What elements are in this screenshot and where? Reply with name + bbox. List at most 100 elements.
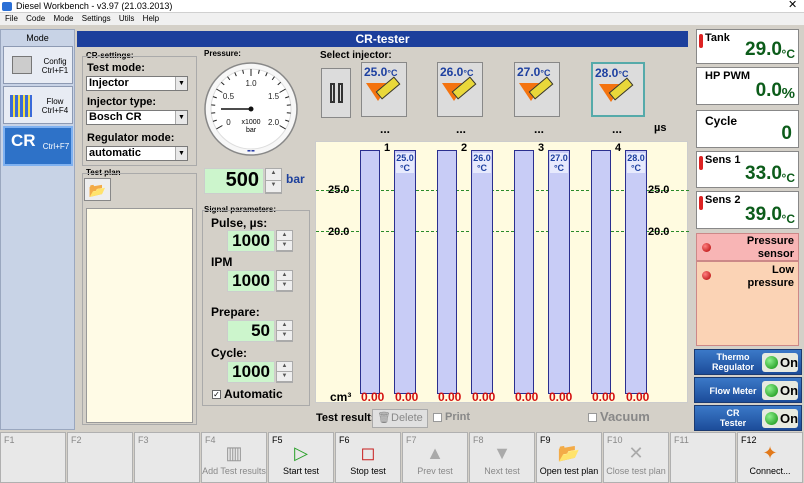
mode-cr-label: Ctrl+F7 (42, 142, 70, 151)
pause-icon (330, 83, 335, 103)
gauge-unit2: bar (246, 127, 257, 134)
tube-number-3: 3 (538, 142, 545, 154)
pulse-label: Pulse, µs: (211, 216, 268, 230)
pressure-gauge: 0 0.5 1.0 1.5 2.0 x1000 bar -- (204, 62, 298, 157)
fkey-f3-button[interactable]: F3 (134, 432, 200, 483)
injector-2-temp: 26.0 (440, 65, 464, 79)
cycle-param-stepper[interactable]: ▲ ▼ (276, 361, 293, 383)
fkey-f6-button[interactable]: F6 ◻ Stop test (335, 432, 401, 483)
fkey-f8-button[interactable]: F8 ▼ Next test (469, 432, 535, 483)
injector-2-button[interactable]: 26.0°C (437, 62, 483, 117)
test-mode-select[interactable]: Injector ▼ (86, 76, 188, 91)
prepare-value[interactable]: 50 (227, 320, 275, 342)
flow-meter-state: On (780, 383, 799, 398)
fkey-f4-button[interactable]: F4 ▥ Add Test results (201, 432, 267, 483)
thermo-regulator-toggle[interactable]: Thermo Regulator On (694, 349, 802, 375)
pressure-stepper[interactable]: ▲ ▼ (265, 168, 282, 194)
mode-flow-button[interactable]: Flow Ctrl+F4 (3, 86, 73, 124)
tube-2-unit: °C (476, 163, 488, 173)
fkey-f1-button[interactable]: F1 (0, 432, 66, 483)
cr-tester-toggle[interactable]: CR Tester On (694, 405, 802, 431)
menu-settings[interactable]: Settings (82, 13, 111, 25)
thermometer-icon (699, 34, 703, 48)
delete-button[interactable]: 🗑 Delete (372, 409, 428, 428)
injector-3-dots: ... (534, 122, 545, 136)
tank-label: Tank (705, 32, 730, 44)
test-plan-list[interactable] (86, 208, 193, 423)
fkey-f9-button[interactable]: F9 📂 Open test plan (536, 432, 602, 483)
fkey-f10-button[interactable]: F10 ✕ Close test plan (603, 432, 669, 483)
pressure-value[interactable]: 500 (204, 168, 264, 194)
open-folder-button[interactable]: 📂 (84, 178, 111, 201)
injector-selector: Select injector: 25.0°C 26.0°C 27.0°C 28… (314, 49, 689, 137)
tube-1-unit: °C (399, 163, 411, 173)
fkey-f8-label: Next test (484, 466, 520, 476)
pulse-value[interactable]: 1000 (227, 230, 275, 252)
prepare-stepper[interactable]: ▲ ▼ (276, 320, 293, 342)
test-result-label: Test result: (316, 412, 375, 424)
regulator-mode-select[interactable]: automatic ▼ (86, 146, 188, 161)
tube-3a (514, 150, 534, 394)
injector-4-button[interactable]: 28.0°C (591, 62, 645, 117)
tube-2b: 26.0 °C (471, 150, 493, 394)
pressure-sensor-alarm: Pressure sensor (696, 233, 799, 261)
cycle-status-label: Cycle (705, 114, 738, 128)
menu-code[interactable]: Code (26, 13, 45, 25)
automatic-label: Automatic (224, 387, 283, 401)
thermometer-icon (699, 196, 703, 210)
cm3-label: cm³ (330, 390, 352, 404)
config-icon (12, 56, 32, 74)
automatic-checkbox[interactable]: ✓ (212, 390, 221, 399)
on-led-icon (765, 412, 778, 425)
test-mode-value: Injector (89, 77, 129, 89)
tank-value: 29.0 (745, 39, 782, 60)
tube-number-1: 1 (384, 142, 391, 154)
menu-mode[interactable]: Mode (53, 13, 73, 25)
trash-icon: 🗑 (377, 412, 391, 424)
gauge-tick-label: 0.5 (223, 92, 235, 101)
injector-1-button[interactable]: 25.0°C (361, 62, 407, 117)
tube-value-2b: 0.00 (472, 390, 496, 404)
fkey-f11-button[interactable]: F11 (670, 432, 736, 483)
grid-label-20-left: 20.0 (328, 226, 350, 238)
connect-icon: ✦ (762, 443, 778, 463)
grid-label-25-left: 25.0 (328, 184, 350, 196)
ipm-stepper[interactable]: ▲ ▼ (276, 270, 293, 292)
close-window-button[interactable]: ✕ (788, 0, 797, 12)
menu-help[interactable]: Help (143, 13, 159, 25)
injector-type-select[interactable]: Bosch CR ▼ (86, 110, 188, 125)
fkey-f2-button[interactable]: F2 (67, 432, 133, 483)
menu-utils[interactable]: Utils (119, 13, 135, 25)
fkey-f7-button[interactable]: F7 ▲ Prev test (402, 432, 468, 483)
fkey-f5-button[interactable]: F5 ▷ Start test (268, 432, 334, 483)
cycle-param-value[interactable]: 1000 (227, 361, 275, 383)
print-checkbox[interactable] (433, 413, 442, 422)
pause-button[interactable] (321, 68, 351, 118)
pulse-stepper[interactable]: ▲ ▼ (276, 230, 293, 252)
mode-config-button[interactable]: Config Ctrl+F1 (3, 46, 73, 84)
injector-3-button[interactable]: 27.0°C (514, 62, 560, 117)
flow-meter-label: Flow Meter (709, 386, 757, 396)
sens1-status: Sens 1 33.0 °C (696, 151, 799, 188)
tube-4b: 28.0 °C (625, 150, 647, 394)
fkey-f4-key: F4 (205, 435, 216, 445)
fkey-f12-key: F12 (741, 435, 757, 445)
vacuum-checkbox[interactable] (588, 413, 597, 422)
fkey-f10-label: Close test plan (606, 466, 666, 476)
mode-panel: Mode Config Ctrl+F1 Flow Ctrl+F4 CR Ctrl… (0, 29, 75, 430)
cr-settings-panel: CR-settings: Test mode: Injector ▼ Inject… (82, 49, 197, 425)
mode-cr-button[interactable]: CR Ctrl+F7 (3, 126, 73, 166)
sens2-status: Sens 2 39.0 °C (696, 191, 799, 229)
tube-2-temp: 26.0 (473, 153, 491, 163)
tube-1a (360, 150, 380, 394)
tank-unit: °C (781, 47, 795, 61)
injector-4-temp: 28.0 (595, 66, 619, 80)
tube-1b: 25.0 °C (394, 150, 416, 394)
cycle-status: Cycle 0 (696, 110, 799, 148)
fkey-f12-button[interactable]: F12 ✦ Connect... (737, 432, 803, 483)
on-led-icon (765, 384, 778, 397)
flow-meter-toggle[interactable]: Flow Meter On (694, 377, 802, 403)
menu-file[interactable]: File (5, 13, 18, 25)
fkey-f9-label: Open test plan (539, 466, 599, 476)
ipm-value[interactable]: 1000 (227, 270, 275, 292)
